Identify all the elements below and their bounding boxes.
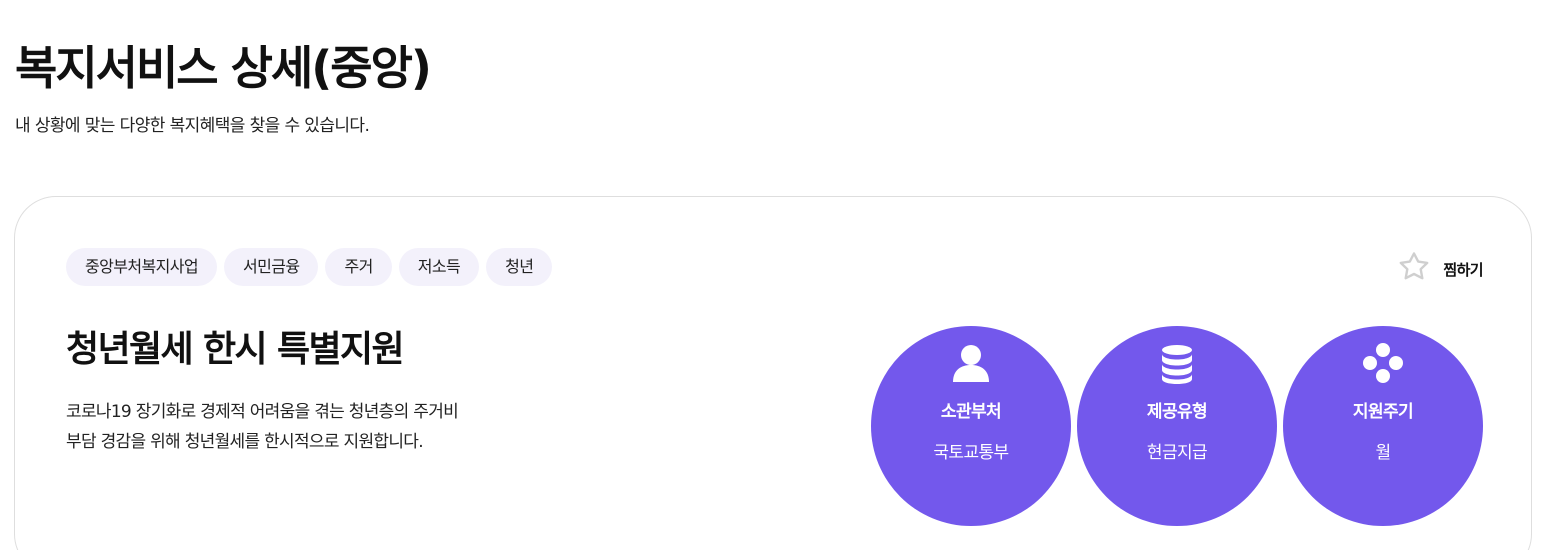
info-circles: 소관부처 국토교통부 제공유형 현금지급 지원주기 월 bbox=[871, 326, 1483, 526]
info-label: 소관부처 bbox=[940, 402, 1002, 422]
star-icon bbox=[1397, 250, 1431, 288]
page-subtitle: 내 상황에 맞는 다양한 복지혜택을 찾을 수 있습니다. bbox=[15, 116, 370, 136]
service-description: 코로나19 장기화로 경제적 어려움을 겪는 청년층의 주거비 부담 경감을 위… bbox=[66, 397, 536, 457]
description-line: 부담 경감을 위해 청년월세를 한시적으로 지원합니다. bbox=[66, 432, 424, 452]
tag-housing[interactable]: 주거 bbox=[325, 248, 392, 286]
service-title: 청년월세 한시 특별지원 bbox=[66, 329, 405, 370]
person-icon bbox=[950, 342, 992, 384]
bookmark-label: 찜하기 bbox=[1443, 260, 1483, 279]
page-title: 복지서비스 상세(중앙) bbox=[15, 41, 432, 95]
dots-diamond-icon bbox=[1362, 342, 1404, 384]
bookmark-button[interactable]: 찜하기 bbox=[1397, 250, 1484, 288]
coin-stack-icon bbox=[1156, 342, 1198, 384]
info-value: 월 bbox=[1375, 443, 1391, 463]
info-provision-type: 제공유형 현금지급 bbox=[1077, 326, 1277, 526]
info-ministry: 소관부처 국토교통부 bbox=[871, 326, 1071, 526]
tag-youth[interactable]: 청년 bbox=[486, 248, 553, 286]
info-label: 제공유형 bbox=[1146, 402, 1208, 422]
page: 복지서비스 상세(중앙) 내 상황에 맞는 다양한 복지혜택을 찾을 수 있습니… bbox=[0, 0, 1546, 550]
tag-public-finance[interactable]: 서민금융 bbox=[223, 248, 319, 286]
info-support-cycle: 지원주기 월 bbox=[1283, 326, 1483, 526]
info-value: 현금지급 bbox=[1146, 443, 1208, 463]
tag-central-ministry[interactable]: 중앙부처복지사업 bbox=[66, 248, 217, 286]
info-label: 지원주기 bbox=[1352, 402, 1414, 422]
info-value: 국토교통부 bbox=[933, 443, 1009, 463]
tag-low-income[interactable]: 저소득 bbox=[398, 248, 480, 286]
tag-list: 중앙부처복지사업 서민금융 주거 저소득 청년 bbox=[66, 248, 553, 286]
description-line: 코로나19 장기화로 경제적 어려움을 겪는 청년층의 주거비 bbox=[66, 402, 459, 422]
service-card: 중앙부처복지사업 서민금융 주거 저소득 청년 찜하기 청년월세 한시 특별지원… bbox=[14, 196, 1532, 550]
